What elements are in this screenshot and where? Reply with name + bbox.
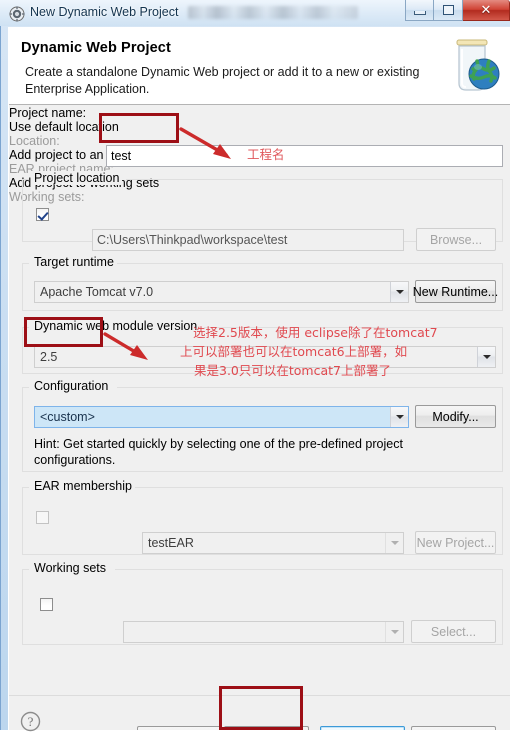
- page-description: Create a standalone Dynamic Web project …: [25, 65, 420, 96]
- chevron-down-icon[interactable]: [390, 407, 408, 427]
- minimize-button[interactable]: [405, 0, 434, 21]
- chevron-down-icon: [385, 533, 403, 553]
- configuration-legend: Configuration: [31, 379, 112, 393]
- eclipse-wizard-icon: [9, 6, 25, 22]
- wizard-banner: Dynamic Web Project Create a standalone …: [9, 28, 510, 105]
- blurred-title-suffix: [188, 6, 358, 19]
- annotation-arrow-project-name: [179, 127, 231, 159]
- select-button: Select...: [411, 620, 496, 643]
- wizard-body: Project name: Project location Use defau…: [9, 106, 510, 695]
- use-default-location-label: Use default location: [9, 120, 119, 134]
- svg-text:?: ?: [28, 714, 34, 729]
- titlebar: New Dynamic Web Project ✕: [0, 0, 510, 27]
- project-name-label: Project name:: [9, 106, 87, 120]
- use-default-location-checkbox[interactable]: [36, 208, 49, 221]
- finish-button[interactable]: Finish: [320, 726, 405, 730]
- close-icon: ✕: [480, 2, 492, 18]
- jar-with-globe-icon: [447, 33, 503, 97]
- ear-project-name-combo: testEAR: [142, 532, 404, 554]
- browse-button: Browse...: [416, 228, 496, 251]
- annotation-module-version-line3: 果是3.0只可以在tomcat7上部署了: [194, 363, 391, 378]
- target-runtime-value: Apache Tomcat v7.0: [40, 285, 154, 299]
- ear-project-name-value: testEAR: [148, 536, 194, 550]
- annotation-project-name-note: 工程名: [247, 147, 285, 162]
- modify-button[interactable]: Modify...: [415, 405, 496, 428]
- page-title: Dynamic Web Project: [21, 40, 171, 56]
- working-sets-combo: [123, 621, 404, 643]
- project-name-input[interactable]: [106, 145, 503, 167]
- cancel-button[interactable]: Cancel: [411, 726, 496, 730]
- close-button[interactable]: ✕: [463, 0, 510, 21]
- target-runtime-combo[interactable]: Apache Tomcat v7.0: [34, 281, 409, 303]
- new-project-button: New Project...: [415, 531, 496, 554]
- working-sets-legend: Working sets: [31, 561, 110, 575]
- project-location-legend: Project location: [31, 171, 123, 185]
- annotation-module-version-line1: 选择2.5版本，使用 eclipse除了在tomcat7: [193, 325, 438, 340]
- configuration-hint: Hint: Get started quickly by selecting o…: [34, 437, 403, 467]
- add-project-to-working-sets-checkbox[interactable]: [40, 598, 53, 611]
- add-project-to-ear-checkbox[interactable]: [36, 511, 49, 524]
- dialog-window: New Dynamic Web Project ✕ Dynamic Web Pr…: [0, 0, 510, 732]
- new-runtime-button[interactable]: New Runtime...: [413, 280, 498, 303]
- location-field: C:\Users\Thinkpad\workspace\test: [92, 229, 404, 251]
- next-button[interactable]: Next >: [224, 726, 309, 730]
- dialog-footer: < Back Next > Finish Cancel: [9, 695, 510, 730]
- chevron-down-icon: [385, 622, 403, 642]
- ear-membership-legend: EAR membership: [31, 479, 135, 493]
- window-controls: ✕: [405, 0, 510, 22]
- chevron-down-icon[interactable]: [477, 347, 495, 367]
- chevron-down-icon[interactable]: [390, 282, 408, 302]
- window-title: New Dynamic Web Project: [30, 5, 179, 19]
- annotation-arrow-module-version: [103, 332, 148, 360]
- question-mark-icon[interactable]: ?: [20, 711, 41, 732]
- target-runtime-legend: Target runtime: [31, 255, 117, 269]
- back-button[interactable]: < Back: [137, 726, 222, 730]
- configuration-value: <custom>: [40, 410, 95, 424]
- annotation-module-version-line2: 上可以部署也可以在tomcat6上部署，如: [180, 344, 408, 359]
- configuration-combo[interactable]: <custom>: [34, 406, 409, 428]
- maximize-button[interactable]: [434, 0, 463, 21]
